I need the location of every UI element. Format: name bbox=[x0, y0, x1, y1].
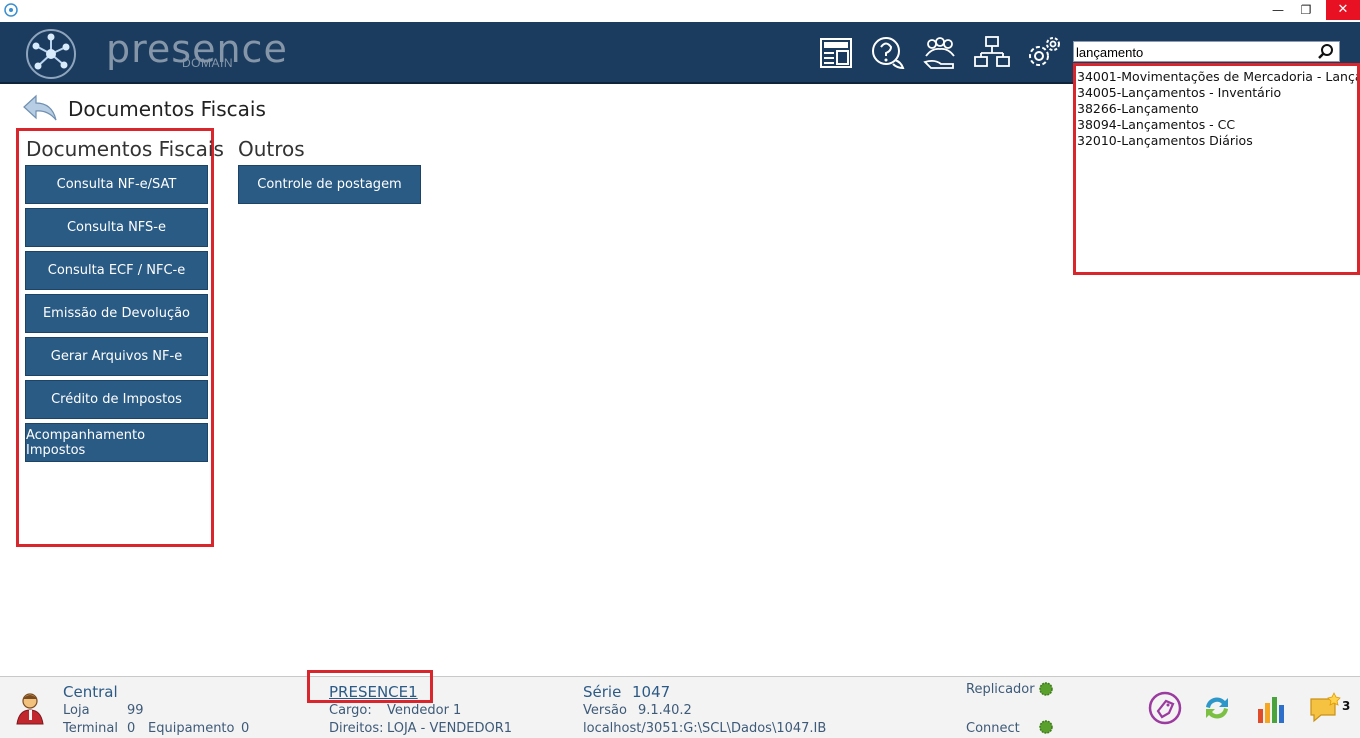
cargo-value: Vendedor 1 bbox=[387, 703, 462, 718]
outros-group-title: Outros bbox=[238, 137, 305, 161]
serie-value: 1047 bbox=[632, 683, 671, 701]
loja-value: 99 bbox=[127, 703, 144, 718]
settings-icon[interactable] bbox=[1025, 34, 1063, 72]
consulta-nfse-button[interactable]: Consulta NFS-e bbox=[25, 208, 208, 247]
cargo-label: Cargo: bbox=[329, 703, 372, 718]
acompanhamento-impostos-button[interactable]: Acompanhamento Impostos bbox=[25, 423, 208, 462]
chat-count-badge: 3 bbox=[1342, 699, 1351, 713]
search-icon[interactable] bbox=[1317, 43, 1335, 61]
window-titlebar: — ❐ ✕ bbox=[0, 0, 1360, 22]
chart-icon[interactable] bbox=[1254, 691, 1288, 725]
close-button[interactable]: ✕ bbox=[1326, 0, 1360, 20]
connect-status-icon bbox=[1039, 720, 1053, 734]
news-icon[interactable] bbox=[817, 34, 855, 72]
user-avatar-icon[interactable] bbox=[14, 691, 48, 725]
database-path: localhost/3051:G:\SCL\Dados\1047.IB bbox=[583, 721, 827, 736]
gerar-arquivos-nfe-button[interactable]: Gerar Arquivos NF-e bbox=[25, 337, 208, 376]
minimize-button[interactable]: — bbox=[1264, 0, 1292, 20]
search-result-item[interactable]: 34001-Movimentações de Mercadoria - Lanç… bbox=[1077, 69, 1357, 84]
controle-postagem-button[interactable]: Controle de postagem bbox=[238, 165, 421, 204]
search-input[interactable] bbox=[1076, 44, 1306, 60]
loja-label: Loja bbox=[63, 703, 90, 718]
logo-icon bbox=[26, 29, 76, 79]
users-icon[interactable] bbox=[921, 34, 959, 72]
tag-icon[interactable] bbox=[1148, 691, 1182, 725]
versao-label: Versão bbox=[583, 703, 627, 718]
back-arrow-icon[interactable] bbox=[22, 94, 58, 122]
consulta-ecf-nfce-button[interactable]: Consulta ECF / NFC-e bbox=[25, 251, 208, 290]
status-footer: Central Loja 99 Terminal 0 Equipamento 0… bbox=[0, 676, 1360, 738]
search-result-item[interactable]: 34005-Lançamentos - Inventário bbox=[1077, 85, 1281, 100]
serie-label: Série bbox=[583, 683, 622, 701]
credito-impostos-button[interactable]: Crédito de Impostos bbox=[25, 380, 208, 419]
replicador-label: Replicador bbox=[966, 682, 1035, 697]
equipamento-value: 0 bbox=[241, 721, 250, 736]
connect-label: Connect bbox=[966, 721, 1020, 736]
sync-icon[interactable] bbox=[1200, 691, 1234, 725]
direitos-label: Direitos: bbox=[329, 721, 384, 736]
emissao-devolucao-button[interactable]: Emissão de Devolução bbox=[25, 294, 208, 333]
search-result-item[interactable]: 32010-Lançamentos Diários bbox=[1077, 133, 1253, 148]
terminal-value: 0 bbox=[127, 721, 136, 736]
network-icon[interactable] bbox=[973, 34, 1011, 72]
versao-value: 9.1.40.2 bbox=[638, 703, 692, 718]
logo-subtitle: DOMAIN bbox=[182, 56, 233, 70]
app-icon bbox=[4, 3, 18, 17]
search-field[interactable] bbox=[1073, 41, 1340, 62]
consulta-nfe-sat-button[interactable]: Consulta NF-e/SAT bbox=[25, 165, 208, 204]
user-highlight bbox=[307, 670, 433, 703]
search-result-item[interactable]: 38266-Lançamento bbox=[1077, 101, 1199, 116]
search-result-item[interactable]: 38094-Lançamentos - CC bbox=[1077, 117, 1235, 132]
restore-button[interactable]: ❐ bbox=[1292, 0, 1320, 20]
search-results-list: 34001-Movimentações de Mercadoria - Lanç… bbox=[1073, 63, 1360, 275]
chat-icon[interactable] bbox=[1308, 691, 1342, 725]
help-icon[interactable] bbox=[869, 34, 907, 72]
page-title: Documentos Fiscais bbox=[68, 97, 266, 121]
replicador-status-icon bbox=[1039, 682, 1053, 696]
fiscal-group-title: Documentos Fiscais bbox=[26, 137, 224, 161]
terminal-label: Terminal bbox=[63, 721, 118, 736]
direitos-value: LOJA - VENDEDOR1 bbox=[387, 721, 513, 736]
store-name: Central bbox=[63, 683, 118, 701]
equipamento-label: Equipamento bbox=[148, 721, 235, 736]
